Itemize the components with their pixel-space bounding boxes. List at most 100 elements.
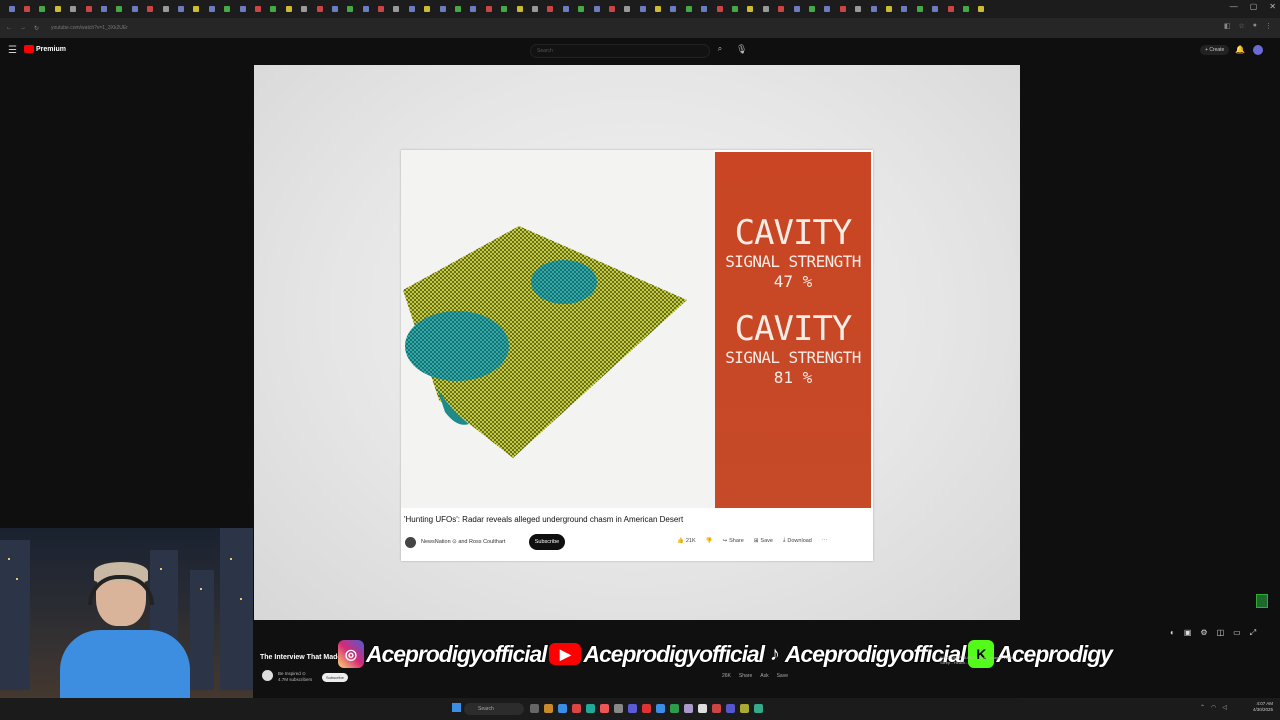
browser-tab[interactable] xyxy=(804,2,819,16)
theater-mode-icon[interactable]: ▭ xyxy=(1233,628,1241,638)
reload-icon[interactable]: ↻ xyxy=(34,25,39,32)
browser-tab[interactable] xyxy=(281,2,296,16)
notifications-bell-icon[interactable]: 🔔 xyxy=(1235,45,1245,54)
taskbar-app-icon[interactable] xyxy=(628,704,637,713)
browser-tab[interactable] xyxy=(19,2,34,16)
taskbar-app-icon[interactable] xyxy=(642,704,651,713)
browser-tab[interactable] xyxy=(173,2,188,16)
taskbar-app-icon[interactable] xyxy=(656,704,665,713)
taskbar-app-icon[interactable] xyxy=(614,704,623,713)
browser-tab[interactable] xyxy=(66,2,81,16)
overlay-like-count[interactable]: 26K xyxy=(722,673,731,679)
browser-tab[interactable] xyxy=(219,2,234,16)
profile-icon[interactable]: ● xyxy=(1253,22,1257,30)
extension-icon[interactable]: ◧ xyxy=(1224,22,1231,30)
taskbar-app-icon[interactable] xyxy=(600,704,609,713)
browser-tab[interactable] xyxy=(512,2,527,16)
miniplayer-icon[interactable]: ◫ xyxy=(1217,628,1225,638)
taskbar-app-icon[interactable] xyxy=(530,704,539,713)
account-avatar[interactable] xyxy=(1253,45,1263,55)
browser-tab[interactable] xyxy=(358,2,373,16)
browser-tab[interactable] xyxy=(235,2,250,16)
back-icon[interactable]: ← xyxy=(6,25,12,31)
browser-tab[interactable] xyxy=(635,2,650,16)
browser-tab[interactable] xyxy=(127,2,142,16)
browser-tab[interactable] xyxy=(881,2,896,16)
browser-tab[interactable] xyxy=(604,2,619,16)
taskbar-app-icon[interactable] xyxy=(712,704,721,713)
browser-tab[interactable] xyxy=(912,2,927,16)
browser-tab[interactable] xyxy=(897,2,912,16)
windows-start-icon[interactable] xyxy=(452,703,461,712)
browser-tab[interactable] xyxy=(850,2,865,16)
taskbar-app-icon[interactable] xyxy=(572,704,581,713)
browser-tab[interactable] xyxy=(112,2,127,16)
network-icon[interactable]: ◠ xyxy=(1211,704,1216,711)
browser-tab[interactable] xyxy=(158,2,173,16)
bookmark-star-icon[interactable]: ☆ xyxy=(1238,22,1244,30)
browser-tab[interactable] xyxy=(81,2,96,16)
up-next-video-title[interactable]: INTO DEEP SLEEP • Brain Images While Sle… xyxy=(940,655,1020,695)
browser-tab[interactable] xyxy=(435,2,450,16)
create-button[interactable]: + Create xyxy=(1200,45,1230,55)
taskbar-app-icon[interactable] xyxy=(558,704,567,713)
browser-tab[interactable] xyxy=(712,2,727,16)
browser-tab[interactable] xyxy=(466,2,481,16)
taskbar-app-icon[interactable] xyxy=(684,704,693,713)
browser-tab[interactable] xyxy=(481,2,496,16)
browser-tab[interactable] xyxy=(450,2,465,16)
minimize-button[interactable]: — xyxy=(1230,2,1238,11)
browser-tab[interactable] xyxy=(327,2,342,16)
browser-tab[interactable] xyxy=(543,2,558,16)
browser-tab[interactable] xyxy=(774,2,789,16)
browser-tab[interactable] xyxy=(35,2,50,16)
youtube-brand-label[interactable]: Premium xyxy=(36,46,66,53)
browser-tab[interactable] xyxy=(143,2,158,16)
browser-tab[interactable] xyxy=(389,2,404,16)
browser-tab[interactable] xyxy=(373,2,388,16)
browser-tab[interactable] xyxy=(204,2,219,16)
browser-tab[interactable] xyxy=(927,2,942,16)
browser-tab[interactable] xyxy=(974,2,989,16)
browser-tab[interactable] xyxy=(666,2,681,16)
browser-tab[interactable] xyxy=(404,2,419,16)
settings-gear-icon[interactable]: ⚙ xyxy=(1200,628,1207,638)
browser-tab[interactable] xyxy=(943,2,958,16)
taskbar-app-icon[interactable] xyxy=(754,704,763,713)
browser-tab[interactable] xyxy=(266,2,281,16)
autoplay-toggle-icon[interactable]: ◐ xyxy=(1170,628,1175,638)
microphone-icon[interactable]: 🎙 xyxy=(736,44,747,55)
browser-tab[interactable] xyxy=(558,2,573,16)
overlay-ask[interactable]: Ask xyxy=(760,673,768,679)
taskbar-app-icon[interactable] xyxy=(544,704,553,713)
close-button[interactable]: ✕ xyxy=(1269,2,1276,11)
browser-tab[interactable] xyxy=(312,2,327,16)
browser-tab[interactable] xyxy=(620,2,635,16)
browser-menu-icon[interactable]: ⋮ xyxy=(1265,22,1272,30)
browser-tab[interactable] xyxy=(50,2,65,16)
url-field[interactable]: youtube.com/watch?v=1_3Xk2UEr xyxy=(51,25,128,31)
browser-tab[interactable] xyxy=(697,2,712,16)
browser-tab[interactable] xyxy=(820,2,835,16)
maximize-button[interactable]: ▢ xyxy=(1250,2,1258,11)
browser-tab[interactable] xyxy=(758,2,773,16)
taskbar-app-icon[interactable] xyxy=(726,704,735,713)
browser-tab[interactable] xyxy=(497,2,512,16)
taskbar-app-icon[interactable] xyxy=(586,704,595,713)
browser-tab[interactable] xyxy=(296,2,311,16)
subtitles-icon[interactable]: ▣ xyxy=(1184,628,1192,638)
youtube-logo-icon[interactable] xyxy=(24,45,34,53)
search-input[interactable]: Search xyxy=(530,44,710,58)
browser-tab[interactable] xyxy=(343,2,358,16)
browser-tab[interactable] xyxy=(4,2,19,16)
browser-tab[interactable] xyxy=(835,2,850,16)
overlay-save[interactable]: Save xyxy=(777,673,788,679)
hamburger-menu-icon[interactable]: ☰ xyxy=(8,45,17,56)
browser-tab[interactable] xyxy=(866,2,881,16)
tray-chevron-icon[interactable]: ⌃ xyxy=(1200,704,1205,711)
browser-tab[interactable] xyxy=(958,2,973,16)
browser-tab[interactable] xyxy=(527,2,542,16)
browser-tab[interactable] xyxy=(96,2,111,16)
search-icon[interactable]: ⌕ xyxy=(712,44,728,58)
taskbar-search[interactable]: Search xyxy=(464,703,524,715)
